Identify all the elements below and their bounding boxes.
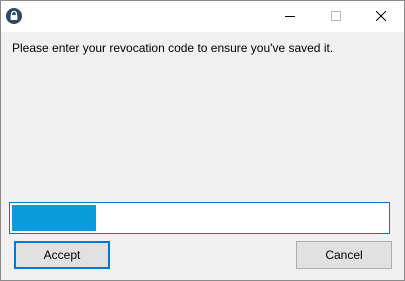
instruction-text: Please enter your revocation code to ens… bbox=[12, 41, 334, 55]
close-button[interactable] bbox=[358, 1, 404, 32]
maximize-button[interactable] bbox=[313, 1, 359, 32]
cancel-button[interactable]: Cancel bbox=[296, 241, 392, 269]
accept-button[interactable]: Accept bbox=[14, 241, 110, 269]
revocation-code-dialog: Please enter your revocation code to ens… bbox=[0, 0, 405, 281]
revocation-code-field[interactable] bbox=[9, 202, 390, 234]
revocation-code-input[interactable] bbox=[10, 203, 389, 233]
maximize-icon bbox=[331, 8, 341, 26]
title-bar[interactable] bbox=[1, 1, 404, 32]
lock-icon bbox=[6, 8, 22, 24]
minimize-icon bbox=[285, 8, 295, 26]
minimize-button[interactable] bbox=[267, 1, 313, 32]
close-icon bbox=[375, 8, 387, 26]
